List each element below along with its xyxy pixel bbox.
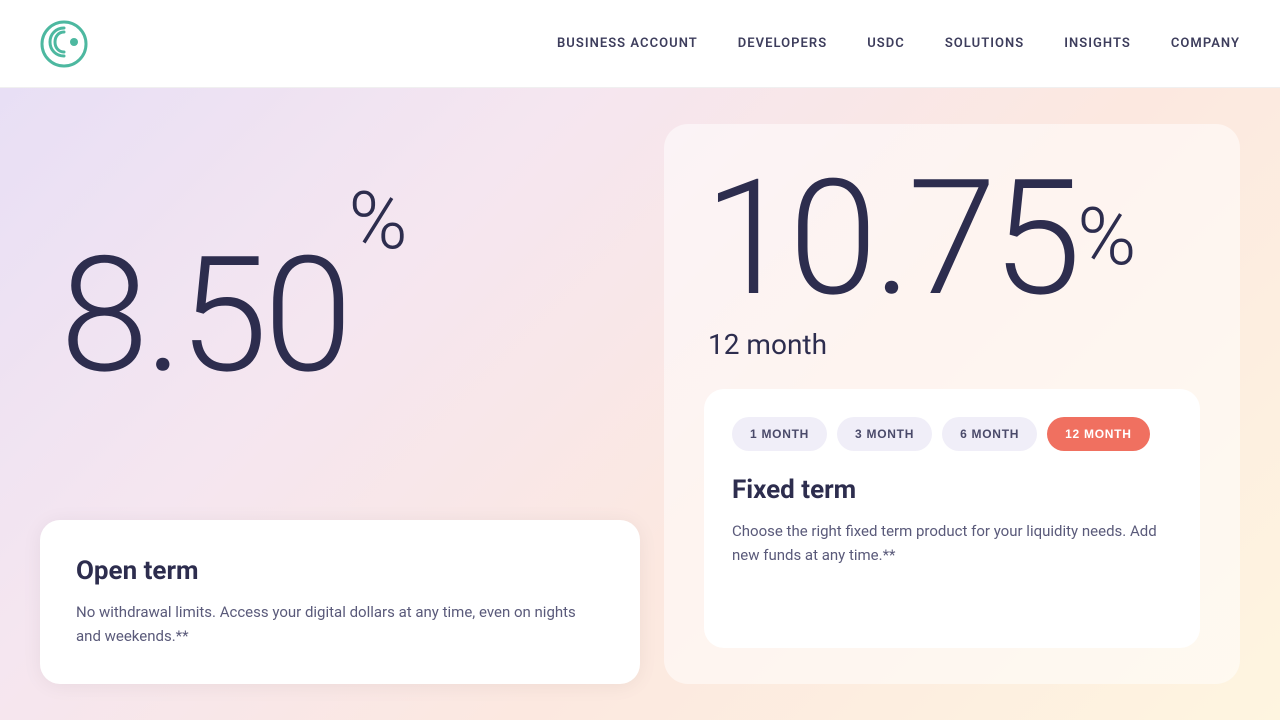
fixed-term-title: Fixed term: [732, 475, 1172, 505]
main-nav: BUSINESS ACCOUNT DEVELOPERS USDC SOLUTIO…: [557, 36, 1240, 51]
fixed-term-rate-number: 10.75: [704, 160, 1077, 320]
fixed-term-rate-display: 10.75 %: [704, 160, 1200, 320]
nav-item-insights[interactable]: INSIGHTS: [1064, 36, 1131, 51]
open-term-description: No withdrawal limits. Access your digita…: [76, 600, 604, 648]
circle-logo-icon: [40, 20, 88, 68]
open-term-section: 8.50 % Open term No withdrawal limits. A…: [40, 124, 640, 684]
fixed-term-description: Choose the right fixed term product for …: [732, 519, 1172, 567]
term-buttons-group: 1 MONTH 3 MONTH 6 MONTH 12 MONTH: [732, 417, 1172, 451]
main-content: 8.50 % Open term No withdrawal limits. A…: [0, 88, 1280, 720]
fixed-term-inner-card: 1 MONTH 3 MONTH 6 MONTH 12 MONTH Fixed t…: [704, 389, 1200, 648]
fixed-term-rate-integer: 10: [704, 146, 874, 333]
logo-container[interactable]: [40, 20, 88, 68]
nav-item-company[interactable]: COMPANY: [1171, 36, 1240, 51]
open-term-rate-number: 8.50: [60, 237, 349, 397]
term-button-6month[interactable]: 6 MONTH: [942, 417, 1037, 451]
term-button-12month[interactable]: 12 MONTH: [1047, 417, 1149, 451]
open-term-rate-percent: %: [349, 174, 408, 268]
open-term-rate-decimal: .50: [145, 223, 349, 410]
nav-item-business-account[interactable]: BUSINESS ACCOUNT: [557, 36, 698, 51]
open-term-card: Open term No withdrawal limits. Access y…: [40, 520, 640, 684]
open-term-title: Open term: [76, 556, 604, 586]
open-term-rate-integer: 8: [60, 223, 145, 410]
header: BUSINESS ACCOUNT DEVELOPERS USDC SOLUTIO…: [0, 0, 1280, 88]
fixed-term-section: 10.75 % 12 month 1 MONTH 3 MONTH 6 MONTH…: [664, 124, 1240, 684]
nav-item-usdc[interactable]: USDC: [867, 36, 905, 51]
nav-item-solutions[interactable]: SOLUTIONS: [945, 36, 1024, 51]
term-button-1month[interactable]: 1 MONTH: [732, 417, 827, 451]
fixed-term-rate-percent: %: [1077, 190, 1136, 284]
nav-item-developers[interactable]: DEVELOPERS: [738, 36, 827, 51]
open-term-rate-display: 8.50 %: [40, 124, 640, 520]
fixed-term-rate-decimal: .75: [874, 146, 1078, 333]
fixed-term-period: 12 month: [704, 328, 1200, 361]
term-button-3month[interactable]: 3 MONTH: [837, 417, 932, 451]
